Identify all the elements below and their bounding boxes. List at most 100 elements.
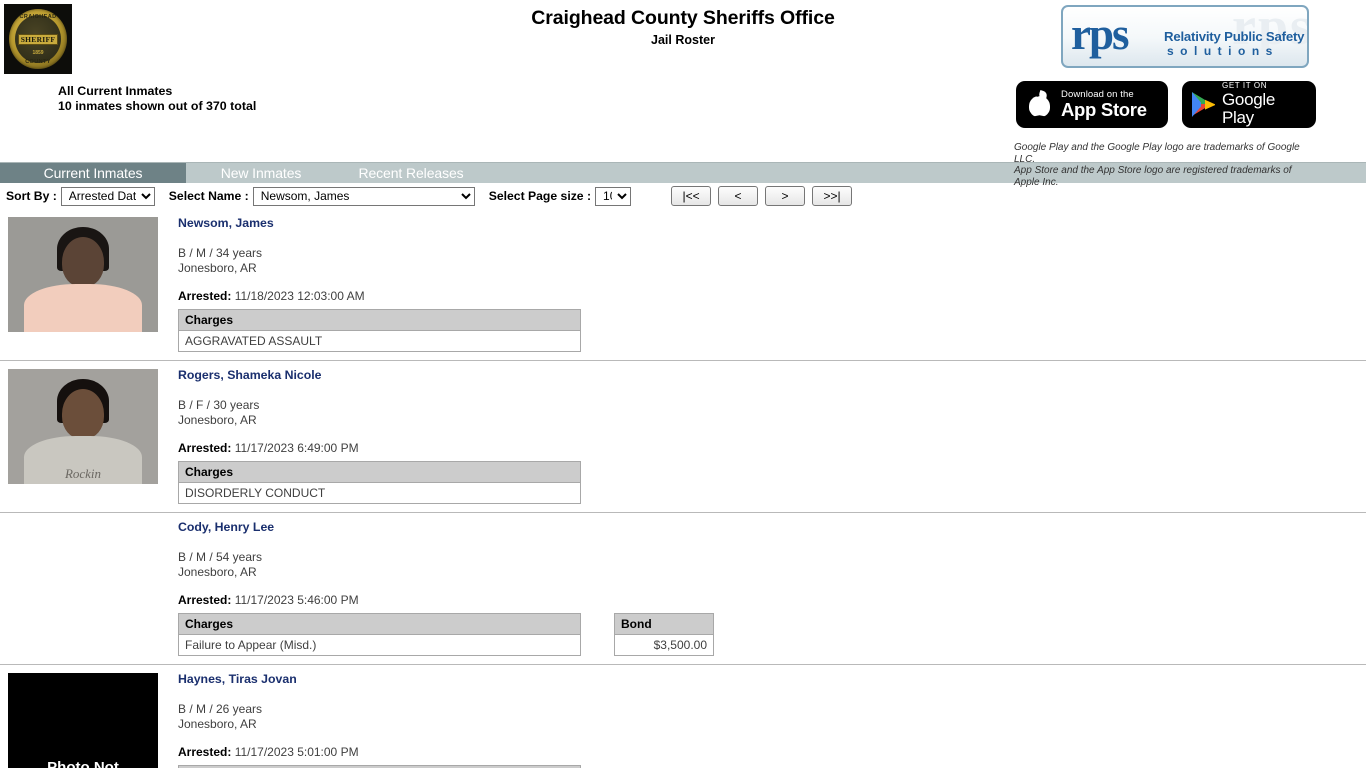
tab-current-inmates[interactable]: Current Inmates: [0, 163, 186, 183]
page-size-label: Select Page size :: [488, 189, 592, 203]
google-play-button[interactable]: GET IT ON Google Play: [1182, 81, 1316, 128]
trademark-google-line: Google Play and the Google Play logo are…: [1014, 142, 1300, 165]
bond-column-header: Bond: [614, 613, 714, 635]
store-badges: Download on the App Store GET IT ON Goog…: [1016, 81, 1316, 128]
badge-star-icon: SHERIFF CRAIGHEAD 1859 COUNTY: [9, 9, 67, 69]
arrested-label: Arrested:: [178, 745, 232, 759]
inmate-info-cell: Haynes, Tiras Jovan B / M / 26 years Jones…: [178, 665, 1366, 768]
inmate-info-cell: Rogers, Shameka Nicole B / F / 30 years Jo…: [178, 361, 1366, 504]
bond-amount: $3,500.00: [614, 634, 714, 656]
badge-bottom-text: COUNTY: [25, 59, 51, 65]
mugshot-face-shape: [62, 237, 104, 287]
rps-tagline-primary: Relativity Public Safety: [1164, 29, 1305, 44]
inmate-race-sex-age: B / M / 26 years: [178, 702, 263, 716]
sheriff-badge-logo: SHERIFF CRAIGHEAD 1859 COUNTY: [4, 4, 72, 74]
inmate-mugshot[interactable]: Rockin: [8, 369, 158, 484]
inmate-detail-tables: Charges Failure to Appear (Misd.) Bond $3,5…: [178, 613, 1366, 656]
inmate-mugshot[interactable]: [8, 217, 158, 332]
pagination-next-button[interactable]: >: [765, 186, 806, 206]
inmate-roster-list: Newsom, James B / M / 34 years Jonesboro, …: [0, 209, 1366, 768]
inmate-photo-cell: Photo Not: [0, 665, 178, 768]
inmate-info-cell: Newsom, James B / M / 34 years Jonesboro, …: [178, 209, 1366, 352]
charges-table: Charges Failure to Appear (Misd.): [178, 613, 581, 656]
tab-new-inmates[interactable]: New Inmates: [186, 163, 336, 183]
page-size-select[interactable]: 102550: [595, 186, 632, 206]
charges-table: Charges DISORDERLY CONDUCT: [178, 461, 581, 504]
inmate-race-sex-age: B / F / 30 years: [178, 398, 260, 412]
badge-top-text: CRAIGHEAD: [19, 14, 57, 20]
inmate-name-link[interactable]: Rogers, Shameka Nicole: [178, 368, 322, 382]
inmate-race-sex-age: B / M / 54 years: [178, 550, 263, 564]
charges-column-header: Charges: [178, 613, 581, 635]
inmate-city: Jonesboro, AR: [178, 260, 257, 275]
summary-count: 10 inmates shown out of 370 total: [58, 99, 257, 113]
inmate-demographics: B / M / 54 years Jonesboro, AR: [178, 550, 1366, 579]
charge-description: DISORDERLY CONDUCT: [178, 482, 581, 504]
inmate-record: Rockin Rogers, Shameka Nicole B / F / 30 y…: [0, 361, 1366, 513]
pagination-first-button[interactable]: |<<: [671, 186, 712, 206]
charge-row: Failure to Appear (Misd.): [178, 634, 581, 656]
inmate-arrested-line: Arrested: 11/18/2023 12:03:00 AM: [178, 289, 365, 303]
inmate-city: Jonesboro, AR: [178, 716, 257, 731]
sort-by-select[interactable]: Arrested DateName: [60, 186, 155, 206]
inmate-arrested-line: Arrested: 11/17/2023 5:01:00 PM: [178, 745, 359, 759]
charge-description: AGGRAVATED ASSAULT: [178, 330, 581, 352]
jail-roster-page: SHERIFF CRAIGHEAD 1859 COUNTY Craighead …: [0, 0, 1366, 768]
mugshot-shirt-text: Rockin: [64, 466, 102, 481]
summary-scope: All Current Inmates: [58, 84, 173, 98]
rps-logo[interactable]: rps rps Relativity Public Safety solutio…: [1061, 5, 1309, 68]
google-play-big-text: Google Play: [1222, 89, 1276, 127]
inmate-name-link[interactable]: Newsom, James: [178, 216, 274, 230]
arrested-label: Arrested:: [178, 289, 232, 303]
inmate-photo-placeholder[interactable]: Photo Not: [8, 673, 158, 768]
mugshot-torso-shape: [24, 284, 142, 332]
bond-row: $3,500.00: [614, 634, 714, 656]
tab-recent-releases[interactable]: Recent Releases: [336, 163, 486, 183]
bond-table: Bond $3,500.00: [614, 613, 714, 656]
badge-year-text: 1859: [32, 50, 44, 56]
inmate-record: Photo Not Haynes, Tiras Jovan B / M / 26 y…: [0, 665, 1366, 768]
inmate-detail-tables: Charges AGGRAVATED ASSAULT: [178, 309, 1366, 352]
inmate-photo-cell: [0, 209, 178, 352]
inmate-photo-cell: Rockin: [0, 361, 178, 504]
mugshot-face-shape: [62, 389, 104, 439]
google-play-label: GET IT ON Google Play: [1222, 82, 1303, 126]
charge-row: DISORDERLY CONDUCT: [178, 482, 581, 504]
inmate-city: Jonesboro, AR: [178, 564, 257, 579]
sort-by-label: Sort By :: [6, 189, 57, 203]
inmate-name-link[interactable]: Cody, Henry Lee: [178, 520, 274, 534]
app-store-button[interactable]: Download on the App Store: [1016, 81, 1168, 128]
inmate-arrested-line: Arrested: 11/17/2023 5:46:00 PM: [178, 593, 359, 607]
inmate-race-sex-age: B / M / 34 years: [178, 246, 263, 260]
charges-table: Charges AGGRAVATED ASSAULT: [178, 309, 581, 352]
arrested-label: Arrested:: [178, 593, 232, 607]
app-store-big-text: App Store: [1061, 98, 1147, 120]
inmate-info-cell: Cody, Henry Lee B / M / 54 years Jonesboro…: [178, 513, 1366, 656]
select-name-dropdown[interactable]: Newsom, JamesRogers, Shameka NicoleCody,…: [252, 186, 475, 206]
inmate-arrested-line: Arrested: 11/17/2023 6:49:00 PM: [178, 441, 359, 455]
trademark-notice: Google Play and the Google Play logo are…: [1014, 142, 1309, 188]
page-header: SHERIFF CRAIGHEAD 1859 COUNTY Craighead …: [0, 0, 1366, 188]
inmate-city: Jonesboro, AR: [178, 412, 257, 427]
pagination-prev-button[interactable]: <: [718, 186, 759, 206]
inmate-demographics: B / F / 30 years Jonesboro, AR: [178, 398, 1366, 427]
trademark-apple-line: App Store and the App Store logo are reg…: [1014, 165, 1292, 188]
inmate-photo-empty: [8, 521, 158, 636]
app-store-label: Download on the App Store: [1061, 89, 1147, 120]
charges-column-header: Charges: [178, 309, 581, 331]
inmate-name-link[interactable]: Haynes, Tiras Jovan: [178, 672, 297, 686]
rps-wordmark: rps: [1071, 9, 1129, 59]
charge-row: AGGRAVATED ASSAULT: [178, 330, 581, 352]
inmate-demographics: B / M / 26 years Jonesboro, AR: [178, 702, 1366, 731]
inmate-detail-tables: Charges DISORDERLY CONDUCT: [178, 461, 1366, 504]
select-name-label: Select Name :: [168, 189, 249, 203]
inmate-record: Newsom, James B / M / 34 years Jonesboro, …: [0, 209, 1366, 361]
rps-tagline-secondary: solutions: [1167, 44, 1279, 58]
arrested-label: Arrested:: [178, 441, 232, 455]
apple-logo-icon: [1027, 90, 1053, 120]
brand-area: rps rps Relativity Public Safety solutio…: [1009, 5, 1316, 188]
pagination-last-button[interactable]: >>|: [812, 186, 853, 206]
google-play-icon: [1192, 92, 1215, 117]
roster-summary: All Current Inmates 10 inmates shown out…: [58, 84, 256, 114]
badge-sheriff-text: SHERIFF: [17, 33, 59, 45]
